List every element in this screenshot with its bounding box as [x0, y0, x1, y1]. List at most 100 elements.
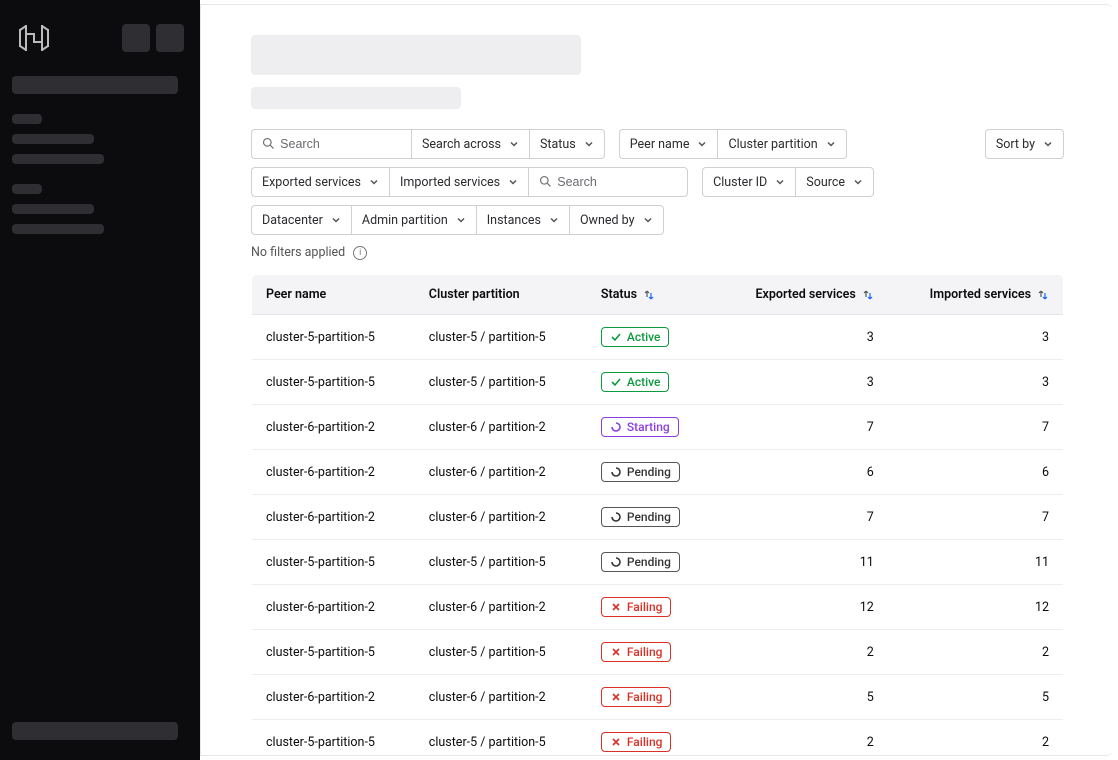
cell-cluster-partition: cluster-6 / partition-2	[415, 450, 587, 495]
dropdown-label: Cluster ID	[713, 175, 767, 190]
sidebar-nav-item[interactable]	[12, 154, 104, 164]
sidebar-header-btn-2[interactable]	[156, 24, 184, 52]
col-imported-services[interactable]: Imported services	[888, 275, 1064, 315]
table-row[interactable]: cluster-5-partition-5cluster-5 / partiti…	[252, 720, 1064, 757]
cluster-id-dropdown[interactable]: Cluster ID	[702, 167, 795, 197]
chevron-down-icon	[775, 177, 785, 187]
cell-exported: 12	[714, 585, 888, 630]
dropdown-label: Datacenter	[262, 213, 323, 228]
datacenter-dropdown[interactable]: Datacenter	[251, 205, 351, 235]
cell-imported: 7	[888, 495, 1064, 540]
sidebar-nav-heading	[12, 184, 42, 194]
dropdown-label: Exported services	[262, 175, 361, 190]
failing-icon	[610, 736, 622, 748]
owned-by-dropdown[interactable]: Owned by	[569, 205, 664, 235]
col-status[interactable]: Status	[587, 275, 714, 315]
chevron-down-icon	[853, 177, 863, 187]
active-icon	[610, 376, 622, 388]
cell-cluster-partition: cluster-5 / partition-5	[415, 360, 587, 405]
cell-cluster-partition: cluster-6 / partition-2	[415, 585, 587, 630]
sidebar-nav-item[interactable]	[12, 134, 94, 144]
cell-cluster-partition: cluster-6 / partition-2	[415, 675, 587, 720]
failing-icon	[610, 691, 622, 703]
source-dropdown[interactable]: Source	[795, 167, 874, 197]
sidebar-selector[interactable]	[12, 76, 178, 94]
cell-cluster-partition: cluster-5 / partition-5	[415, 720, 587, 757]
sidebar-header-btn-1[interactable]	[122, 24, 150, 52]
dropdown-label: Sort by	[996, 137, 1035, 152]
search-across-dropdown[interactable]: Search across	[411, 129, 529, 159]
table-row[interactable]: cluster-5-partition-5cluster-5 / partiti…	[252, 360, 1064, 405]
sort-icon	[1037, 289, 1049, 301]
sidebar-nav-group-1	[12, 114, 188, 164]
instances-dropdown[interactable]: Instances	[476, 205, 569, 235]
filter-row-2: Exported services Imported services Clus…	[251, 167, 1064, 197]
dropdown-label: Instances	[487, 213, 541, 228]
sort-icon	[862, 289, 874, 301]
dropdown-label: Owned by	[580, 213, 635, 228]
cell-exported: 6	[714, 450, 888, 495]
status-dropdown[interactable]: Status	[529, 129, 605, 159]
dropdown-label: Imported services	[400, 175, 500, 190]
chevron-down-icon	[584, 139, 594, 149]
col-cluster-partition[interactable]: Cluster partition	[415, 275, 587, 315]
status-badge: Failing	[601, 642, 672, 662]
search-input-2[interactable]	[557, 175, 677, 189]
cell-exported: 2	[714, 720, 888, 757]
chevron-down-icon	[331, 215, 341, 225]
dropdown-label: Cluster partition	[728, 137, 817, 152]
cell-exported: 11	[714, 540, 888, 585]
table-row[interactable]: cluster-6-partition-2cluster-6 / partiti…	[252, 585, 1064, 630]
cell-exported: 7	[714, 405, 888, 450]
pending-icon	[610, 466, 622, 478]
cell-peer-name: cluster-6-partition-2	[252, 675, 415, 720]
admin-partition-dropdown[interactable]: Admin partition	[351, 205, 476, 235]
pending-icon	[610, 556, 622, 568]
cell-peer-name: cluster-6-partition-2	[252, 585, 415, 630]
table-row[interactable]: cluster-5-partition-5cluster-5 / partiti…	[252, 630, 1064, 675]
info-icon[interactable]: i	[353, 246, 367, 260]
cluster-partition-dropdown[interactable]: Cluster partition	[717, 129, 846, 159]
main-content: Search across Status Peer name Cluster p…	[200, 4, 1114, 756]
table-row[interactable]: cluster-6-partition-2cluster-6 / partiti…	[252, 675, 1064, 720]
table-row[interactable]: cluster-5-partition-5cluster-5 / partiti…	[252, 315, 1064, 360]
failing-icon	[610, 601, 622, 613]
cell-status: Pending	[587, 450, 714, 495]
imported-services-dropdown[interactable]: Imported services	[389, 167, 528, 197]
sort-by-dropdown[interactable]: Sort by	[985, 129, 1064, 159]
pending-icon	[610, 511, 622, 523]
table-row[interactable]: cluster-5-partition-5cluster-5 / partiti…	[252, 540, 1064, 585]
sidebar-nav-item[interactable]	[12, 224, 104, 234]
chevron-down-icon	[509, 139, 519, 149]
filter-row-1: Search across Status Peer name Cluster p…	[251, 129, 1064, 159]
col-peer-name[interactable]: Peer name	[252, 275, 415, 315]
col-exported-services[interactable]: Exported services	[714, 275, 888, 315]
cell-imported: 3	[888, 360, 1064, 405]
table-row[interactable]: cluster-6-partition-2cluster-6 / partiti…	[252, 495, 1064, 540]
cell-status: Active	[587, 360, 714, 405]
cell-cluster-partition: cluster-6 / partition-2	[415, 405, 587, 450]
sidebar-footer-item[interactable]	[12, 722, 178, 740]
cell-peer-name: cluster-5-partition-5	[252, 630, 415, 675]
status-badge: Failing	[601, 597, 672, 617]
peer-name-dropdown[interactable]: Peer name	[619, 129, 718, 159]
chevron-down-icon	[1043, 139, 1053, 149]
filter-row-3: Datacenter Admin partition Instances Own…	[251, 205, 1064, 235]
dropdown-label: Peer name	[630, 137, 690, 152]
exported-services-dropdown[interactable]: Exported services	[251, 167, 389, 197]
table-row[interactable]: cluster-6-partition-2cluster-6 / partiti…	[252, 450, 1064, 495]
sidebar-nav-item[interactable]	[12, 204, 94, 214]
status-badge: Pending	[601, 462, 680, 482]
cell-imported: 3	[888, 315, 1064, 360]
cell-status: Active	[587, 315, 714, 360]
dropdown-label: Source	[806, 175, 845, 190]
cell-imported: 5	[888, 675, 1064, 720]
cell-status: Pending	[587, 540, 714, 585]
cell-peer-name: cluster-6-partition-2	[252, 405, 415, 450]
sidebar-header	[12, 20, 188, 56]
search-input-wrapper[interactable]	[251, 129, 411, 159]
search-input[interactable]	[280, 137, 401, 151]
search-input-2-wrapper[interactable]	[528, 167, 688, 197]
table-row[interactable]: cluster-6-partition-2cluster-6 / partiti…	[252, 405, 1064, 450]
status-badge: Failing	[601, 687, 672, 707]
